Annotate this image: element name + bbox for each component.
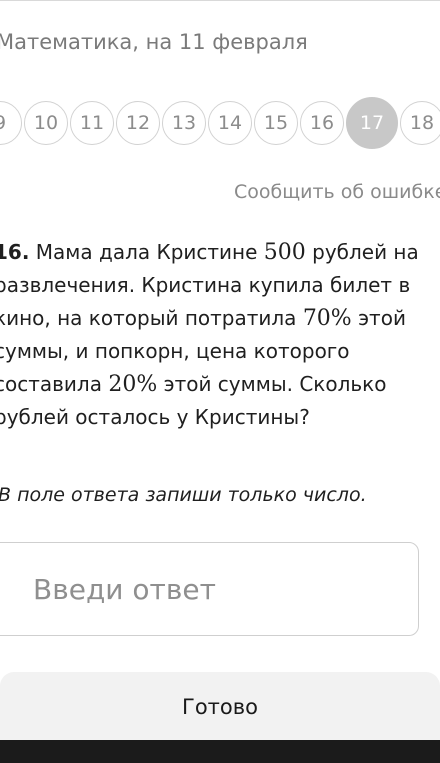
page-button-11[interactable]: 11 xyxy=(70,101,114,145)
page-button-12[interactable]: 12 xyxy=(116,101,160,145)
report-error-link[interactable]: Сообщить об ошибке xyxy=(234,181,440,203)
top-divider xyxy=(0,0,440,7)
task-pager: 9 10 11 12 13 14 15 16 17 18 xyxy=(0,97,440,149)
answer-hint: В поле ответа запиши только число. xyxy=(0,484,367,506)
task-amount: 500 xyxy=(263,240,306,265)
page-button-18[interactable]: 18 xyxy=(400,101,440,145)
page-button-15[interactable]: 15 xyxy=(254,101,298,145)
answer-input[interactable] xyxy=(0,542,419,636)
page-button-10[interactable]: 10 xyxy=(24,101,68,145)
page-button-14[interactable]: 14 xyxy=(208,101,252,145)
page-title: Математика, на 11 февраля xyxy=(0,30,308,54)
task-number: 16. xyxy=(0,240,30,264)
page-button-13[interactable]: 13 xyxy=(162,101,206,145)
page-button-16[interactable]: 16 xyxy=(300,101,344,145)
task-text: 16. Мама дала Кристине 500 рублей на раз… xyxy=(0,236,440,434)
task-percent-2: 20% xyxy=(108,372,158,397)
page-button-9[interactable]: 9 xyxy=(0,101,22,145)
system-bottom-bar xyxy=(0,740,440,763)
done-button[interactable]: Готово xyxy=(0,672,440,742)
done-bar: Готово xyxy=(0,672,440,742)
task-text-part-1: Мама дала Кристине xyxy=(29,240,264,264)
task-percent-1: 70% xyxy=(302,306,352,331)
page-button-17-active[interactable]: 17 xyxy=(346,97,398,149)
